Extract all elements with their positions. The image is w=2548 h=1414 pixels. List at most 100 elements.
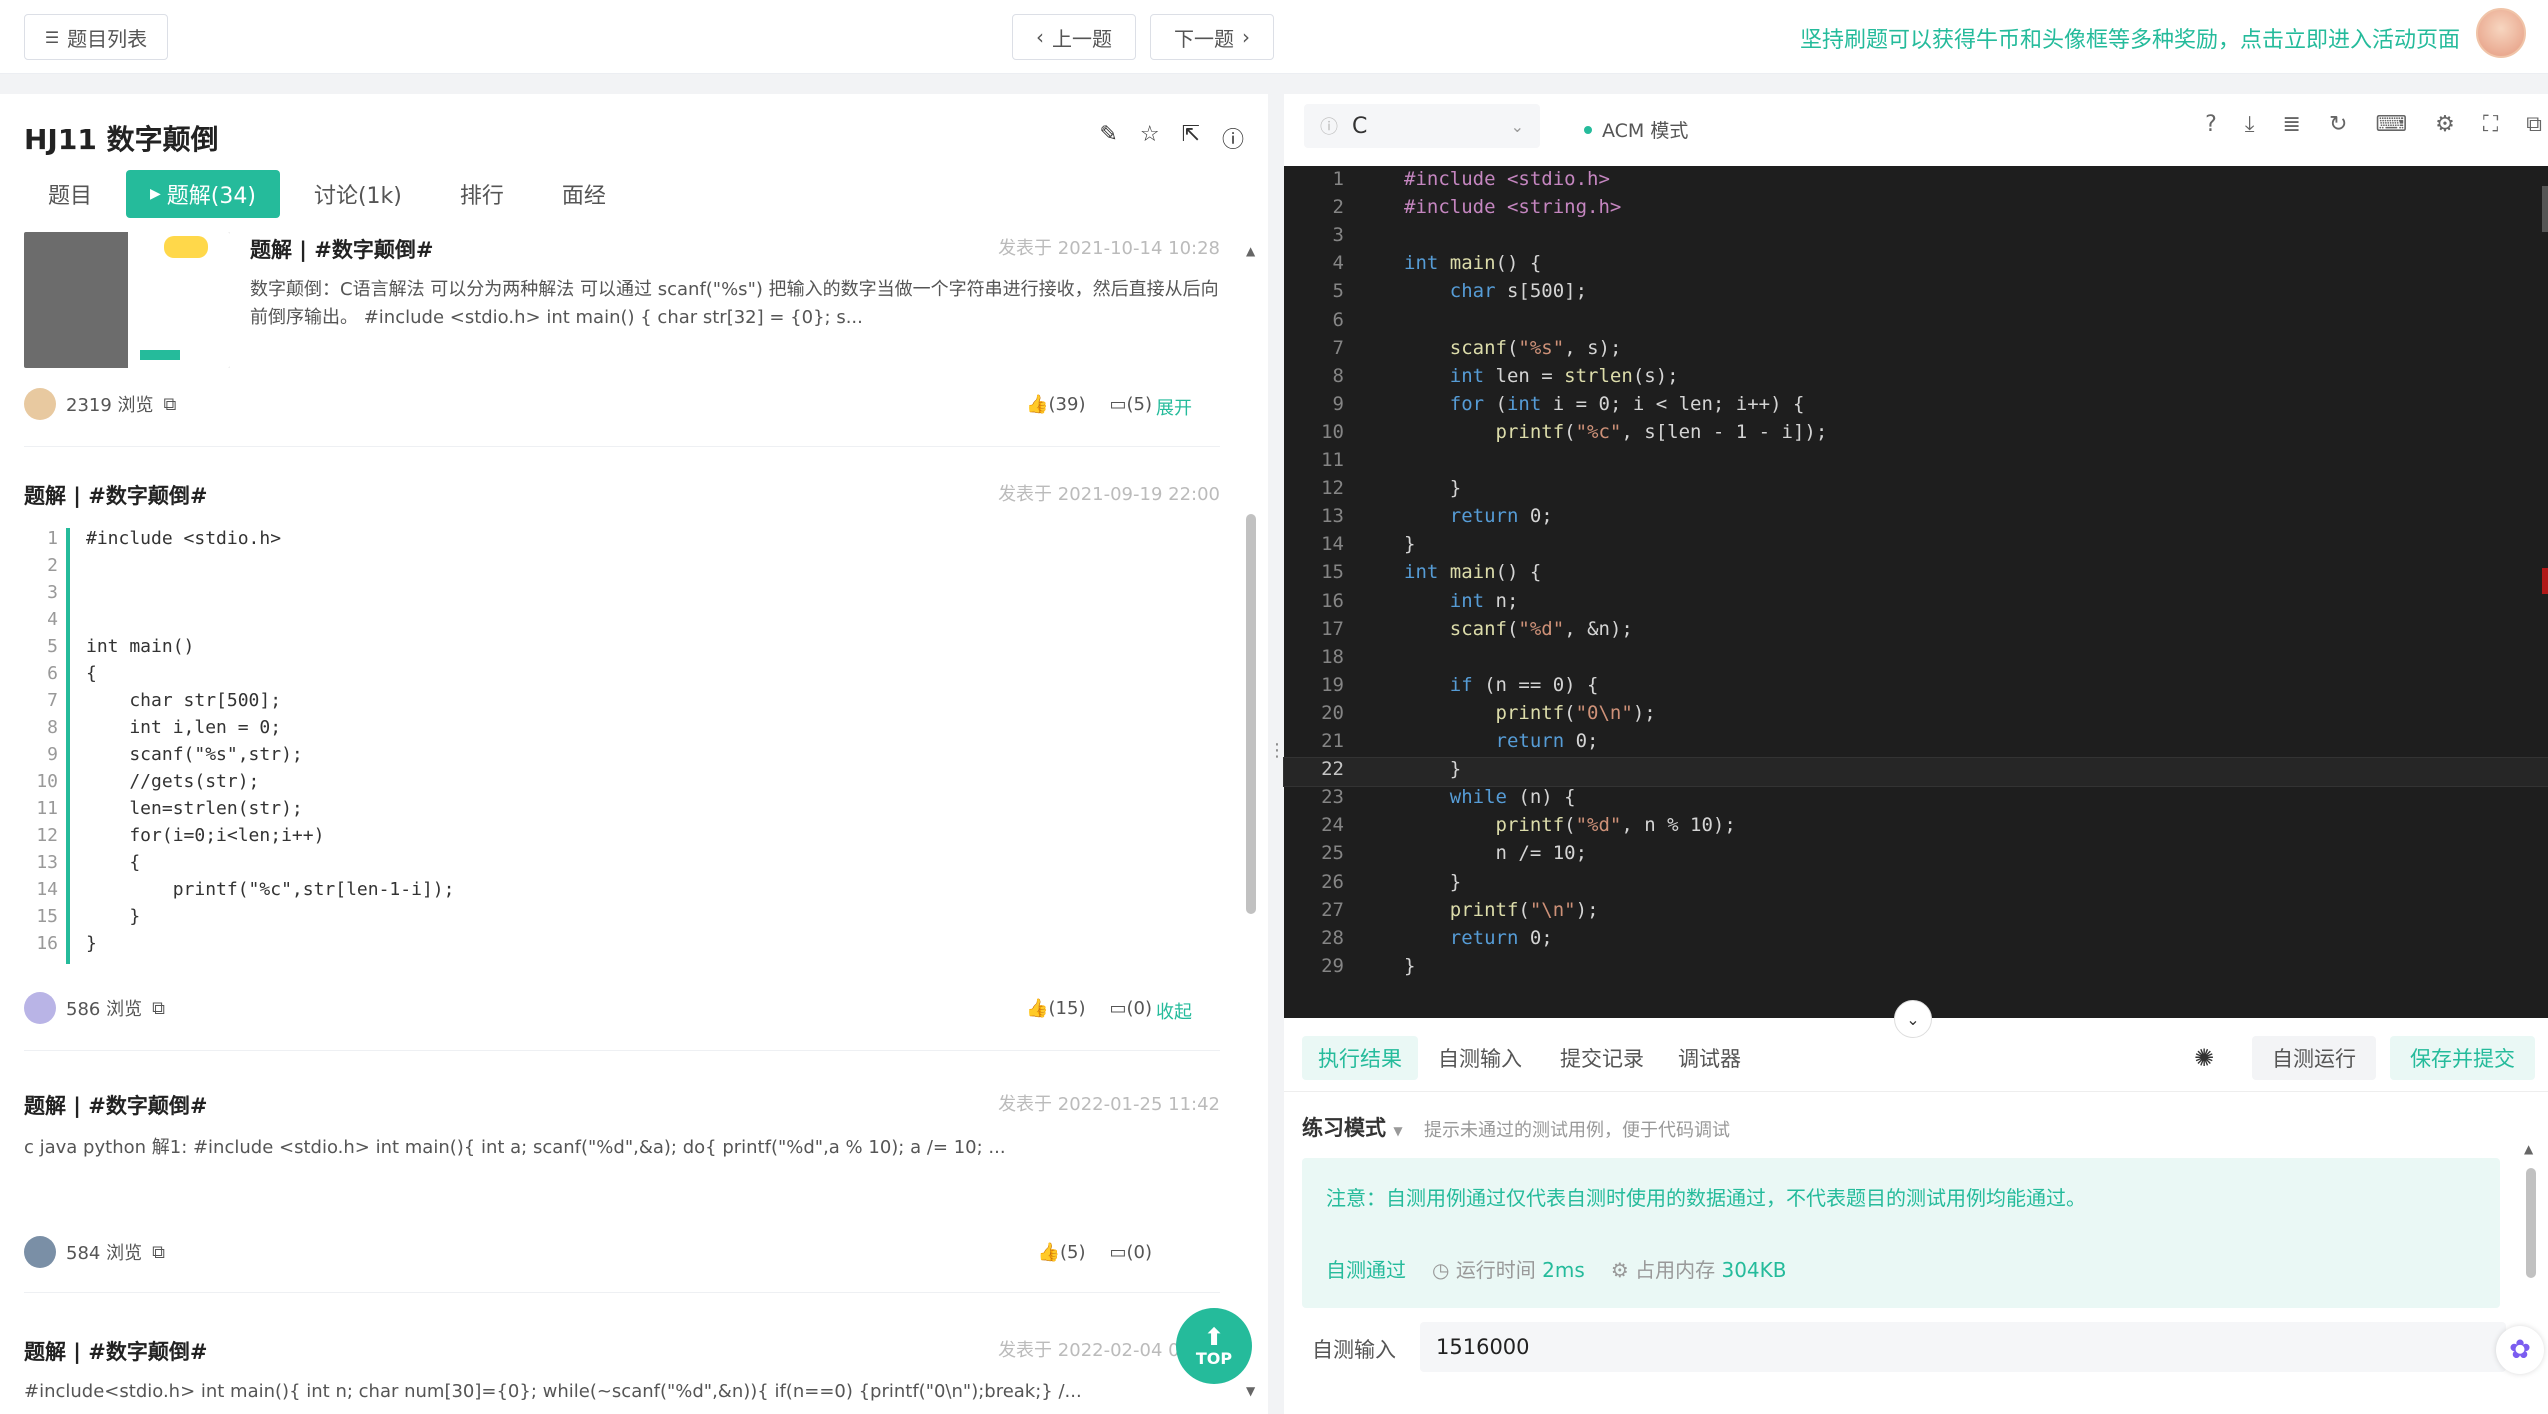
author-avatar[interactable] (24, 992, 56, 1024)
settings-icon[interactable]: ⚙ (2435, 112, 2455, 137)
editor-line[interactable]: 23 while (n) { (1284, 786, 2548, 814)
editor-line[interactable]: 26 } (1284, 871, 2548, 899)
post-thumbnail[interactable] (24, 232, 230, 368)
editor-line[interactable]: 15 int main() { (1284, 561, 2548, 589)
editor-line[interactable]: 2 #include <string.h> (1284, 196, 2548, 224)
editor-line[interactable]: 5 char s[500]; (1284, 280, 2548, 308)
editor-line[interactable]: 22 } (1283, 757, 2548, 788)
editor-line-code: #include <string.h> (1404, 196, 1622, 219)
tab-ranking[interactable]: 排行 (436, 170, 528, 218)
mode-indicator[interactable]: ACM 模式 (1584, 116, 1688, 143)
expand-link[interactable]: 展开 (1156, 394, 1192, 420)
keyboard-icon[interactable]: ⌨ (2375, 112, 2407, 137)
editor-line-number: 1 (1332, 168, 1344, 190)
share-icon[interactable]: ⇱ (1182, 122, 1200, 154)
editor-line[interactable]: 18 (1284, 646, 2548, 674)
view-count: 586 浏览 (66, 999, 143, 1020)
like-button[interactable]: 👍(5) (1038, 1242, 1086, 1263)
editor-line-number: 21 (1321, 730, 1344, 752)
code-line: len=strlen(str); (86, 798, 303, 819)
post-card[interactable]: 题解 | #数字颠倒# 发表于 2022-02-04 09:41 #includ… (24, 1336, 1220, 1406)
back-to-top-button[interactable]: ⬆ TOP (1176, 1308, 1252, 1384)
code-line: } (86, 933, 97, 954)
editor-line[interactable]: 25 n /= 10; (1284, 842, 2548, 870)
editor-line[interactable]: 11 (1284, 449, 2548, 477)
editor-line[interactable]: 13 return 0; (1284, 505, 2548, 533)
tab-self-input[interactable]: 自测输入 (1422, 1036, 1538, 1080)
editor-line[interactable]: 27 printf("\n"); (1284, 899, 2548, 927)
tab-interview[interactable]: 面经 (538, 170, 630, 218)
fullscreen-icon[interactable]: ⛶ (2483, 112, 2498, 137)
tab-discussion[interactable]: 讨论(1k) (290, 170, 426, 218)
editor-line[interactable]: 9 for (int i = 0; i < len; i++) { (1284, 393, 2548, 421)
author-avatar[interactable] (24, 1236, 56, 1268)
editor-line[interactable]: 24 printf("%d", n % 10); (1284, 814, 2548, 842)
prev-problem-button[interactable]: ‹ 上一题 (1012, 14, 1136, 60)
editor-line[interactable]: 10 printf("%c", s[len - 1 - i]); (1284, 421, 2548, 449)
promo-link[interactable]: 坚持刷题可以获得牛币和头像框等多种奖励，点击立即进入活动页面 (1800, 22, 2460, 54)
editor-line[interactable]: 28 return 0; (1284, 927, 2548, 955)
scroll-thumb[interactable] (1246, 514, 1256, 914)
edit-icon[interactable]: ✎ (1099, 122, 1117, 154)
scroll-thumb[interactable] (2526, 1168, 2536, 1278)
copy-icon[interactable]: ⧉ (152, 998, 165, 1019)
feed-scrollbar[interactable]: ▲ ▼ (1244, 244, 1258, 1410)
copy-icon[interactable]: ⧉ (152, 1242, 165, 1263)
panel-splitter[interactable]: ⋮ (1268, 740, 1286, 764)
post-card[interactable]: 题解 | #数字颠倒# 发表于 2021-09-19 22:00 (24, 480, 1220, 510)
editor-line[interactable]: 21 return 0; (1284, 730, 2548, 758)
star-icon[interactable]: ☆ (1140, 122, 1160, 154)
collapse-panel-icon[interactable]: ⧉ (2526, 112, 2542, 137)
user-avatar[interactable] (2476, 8, 2526, 58)
like-button[interactable]: 👍(15) (1026, 998, 1085, 1019)
code-editor[interactable]: 1 #include <stdio.h> 2 #include <string.h> 3… (1283, 166, 2548, 1018)
reset-icon[interactable]: ↻ (2329, 112, 2347, 137)
scroll-up-icon[interactable]: ▲ (1246, 244, 1255, 258)
editor-line[interactable]: 20 printf("0\n"); (1284, 702, 2548, 730)
editor-line[interactable]: 1 #include <stdio.h> (1284, 168, 2548, 196)
save-submit-button[interactable]: 保存并提交 (2390, 1036, 2535, 1080)
editor-line-code: } (1404, 954, 1416, 977)
format-icon[interactable]: ≣ (2283, 112, 2301, 137)
collapse-link[interactable]: 收起 (1156, 998, 1192, 1024)
download-icon[interactable]: ⤓ (2245, 112, 2255, 137)
scroll-down-icon[interactable]: ▼ (1246, 1384, 1255, 1398)
info-icon[interactable]: ⓘ (1222, 122, 1244, 154)
editor-line[interactable]: 29} (1284, 955, 2548, 983)
practice-mode-select[interactable]: 练习模式 ▼ (1302, 1112, 1403, 1142)
like-button[interactable]: 👍(39) (1026, 394, 1085, 415)
post-card[interactable]: 题解 | #数字颠倒# 发表于 2021-10-14 10:28 数字颠倒：C语… (250, 234, 1220, 332)
post-card[interactable]: 题解 | #数字颠倒# 发表于 2022-01-25 11:42 c java … (24, 1090, 1220, 1162)
editor-line[interactable]: 17 scanf("%d", &n); (1284, 618, 2548, 646)
author-avatar[interactable] (24, 388, 56, 420)
tab-solutions[interactable]: ▶ 题解(34) (126, 170, 280, 218)
self-input-field[interactable]: 1516000 (1420, 1322, 2506, 1372)
next-problem-button[interactable]: 下一题 › (1150, 14, 1274, 60)
editor-line[interactable]: 7 scanf("%s", s); (1284, 337, 2548, 365)
help-icon[interactable]: ? (2205, 112, 2217, 137)
editor-line[interactable]: 6 (1284, 309, 2548, 337)
tab-exec-result[interactable]: 执行结果 (1302, 1036, 1418, 1080)
editor-line[interactable]: 16 int n; (1284, 590, 2548, 618)
editor-line[interactable]: 12 } (1284, 477, 2548, 505)
comment-button[interactable]: ▭(0) (1109, 1242, 1152, 1263)
tab-problem[interactable]: 题目 (24, 170, 116, 218)
editor-line-number: 15 (1321, 561, 1344, 584)
tab-debugger[interactable]: 调试器 (1662, 1036, 1757, 1080)
language-select[interactable]: ⓘ C ⌄ (1304, 104, 1540, 148)
problem-list-button[interactable]: ☰ 题目列表 (24, 14, 168, 60)
editor-line[interactable]: 14} (1284, 533, 2548, 561)
editor-line[interactable]: 19 if (n == 0) { (1284, 674, 2548, 702)
bug-icon[interactable]: ✺ (2194, 1044, 2214, 1072)
tab-submission-history[interactable]: 提交记录 (1544, 1036, 1660, 1080)
editor-line[interactable]: 3 (1284, 224, 2548, 252)
editor-line[interactable]: 8 int len = strlen(s); (1284, 365, 2548, 393)
self-run-button[interactable]: 自测运行 (2252, 1036, 2376, 1080)
editor-line[interactable]: 4 int main() { (1284, 252, 2548, 280)
comment-count: (0) (1126, 998, 1153, 1019)
copy-icon[interactable]: ⧉ (164, 394, 177, 415)
ai-assistant-icon[interactable]: ✿ (2496, 1326, 2544, 1374)
comment-button[interactable]: ▭(0) (1109, 998, 1152, 1019)
scroll-up-icon[interactable]: ▲ (2524, 1142, 2533, 1156)
comment-button[interactable]: ▭(5) (1109, 394, 1152, 415)
